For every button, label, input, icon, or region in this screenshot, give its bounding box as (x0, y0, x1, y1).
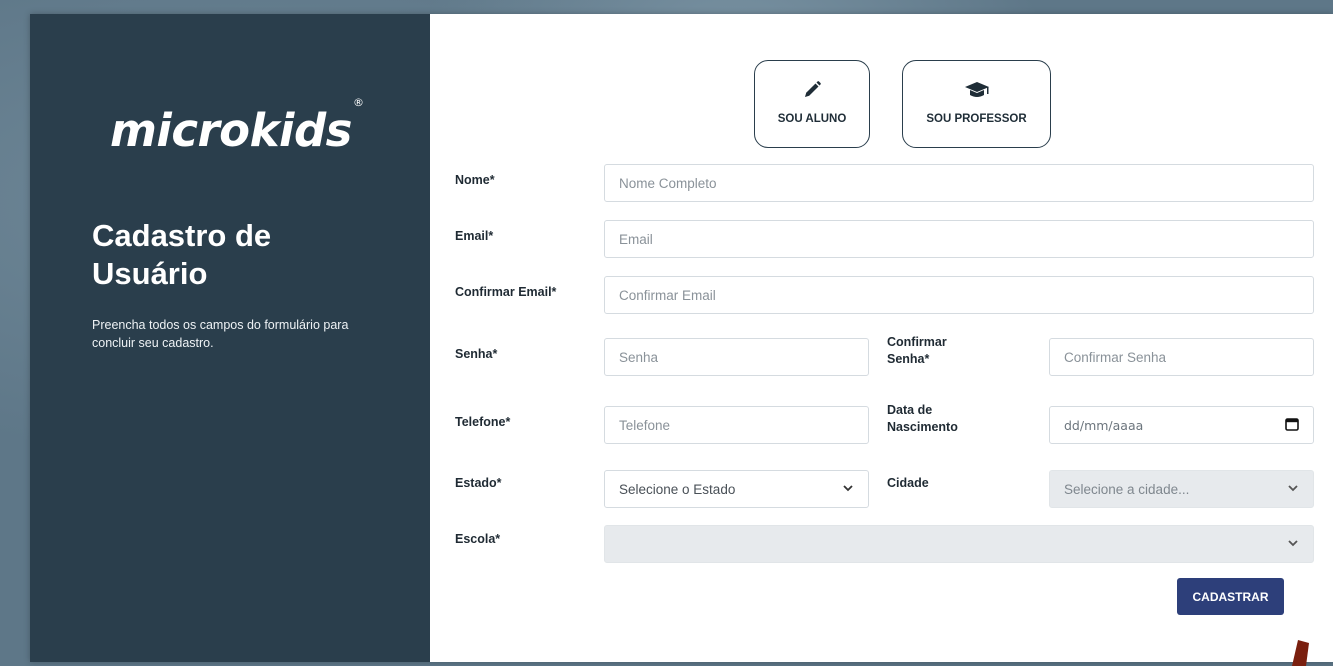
estado-label: Estado* (455, 476, 502, 490)
escola-label: Escola* (455, 532, 501, 546)
sou-professor-label: SOU PROFESSOR (926, 113, 1027, 125)
estado-selected: Selecione o Estado (619, 481, 736, 497)
nascimento-date-input[interactable]: dd/mm/aaaa (1049, 406, 1314, 444)
confirm-email-label: Confirmar Email* (455, 285, 557, 299)
cidade-label: Cidade (887, 476, 929, 490)
chevron-down-icon (842, 482, 854, 497)
brand-logo: microkids® (110, 96, 364, 157)
nascimento-label: Data de Nascimento (887, 403, 958, 434)
estado-select[interactable]: Selecione o Estado (604, 470, 869, 508)
calendar-icon[interactable] (1285, 417, 1299, 434)
nome-label: Nome* (455, 173, 495, 187)
graduation-cap-icon (964, 80, 990, 105)
registration-card: microkids® Cadastro de Usuário Preencha … (30, 14, 1333, 662)
sou-professor-button[interactable]: SOU PROFESSOR (902, 60, 1051, 148)
chevron-down-icon (1287, 482, 1299, 497)
pencil-icon (802, 80, 822, 105)
cadastrar-button[interactable]: CADASTRAR (1177, 578, 1284, 615)
cidade-selected: Selecione a cidade... (1064, 481, 1190, 497)
email-input[interactable] (604, 220, 1314, 258)
mouse-cursor-icon (1292, 640, 1309, 666)
telefone-label: Telefone* (455, 415, 511, 429)
telefone-input[interactable] (604, 406, 869, 444)
cidade-select[interactable]: Selecione a cidade... (1049, 470, 1314, 508)
senha-input[interactable] (604, 338, 869, 376)
confirm-senha-input[interactable] (1049, 338, 1314, 376)
page-title: Cadastro de Usuário (92, 218, 272, 291)
confirm-senha-label: Confirmar Senha* (887, 335, 947, 366)
page-subtitle: Preencha todos os campos do formulário p… (92, 318, 349, 350)
chevron-down-icon (1287, 537, 1299, 552)
confirm-email-input[interactable] (604, 276, 1314, 314)
email-label: Email* (455, 229, 494, 243)
nome-input[interactable] (604, 164, 1314, 202)
left-panel: microkids® Cadastro de Usuário Preencha … (30, 14, 430, 662)
nascimento-value: dd/mm/aaaa (1064, 417, 1144, 433)
senha-label: Senha* (455, 347, 498, 361)
sou-aluno-label: SOU ALUNO (777, 113, 847, 125)
escola-select[interactable] (604, 525, 1314, 563)
form-panel: SOU ALUNO SOU PROFESSOR Nome* Email* Con… (430, 14, 1333, 662)
sou-aluno-button[interactable]: SOU ALUNO (754, 60, 870, 148)
